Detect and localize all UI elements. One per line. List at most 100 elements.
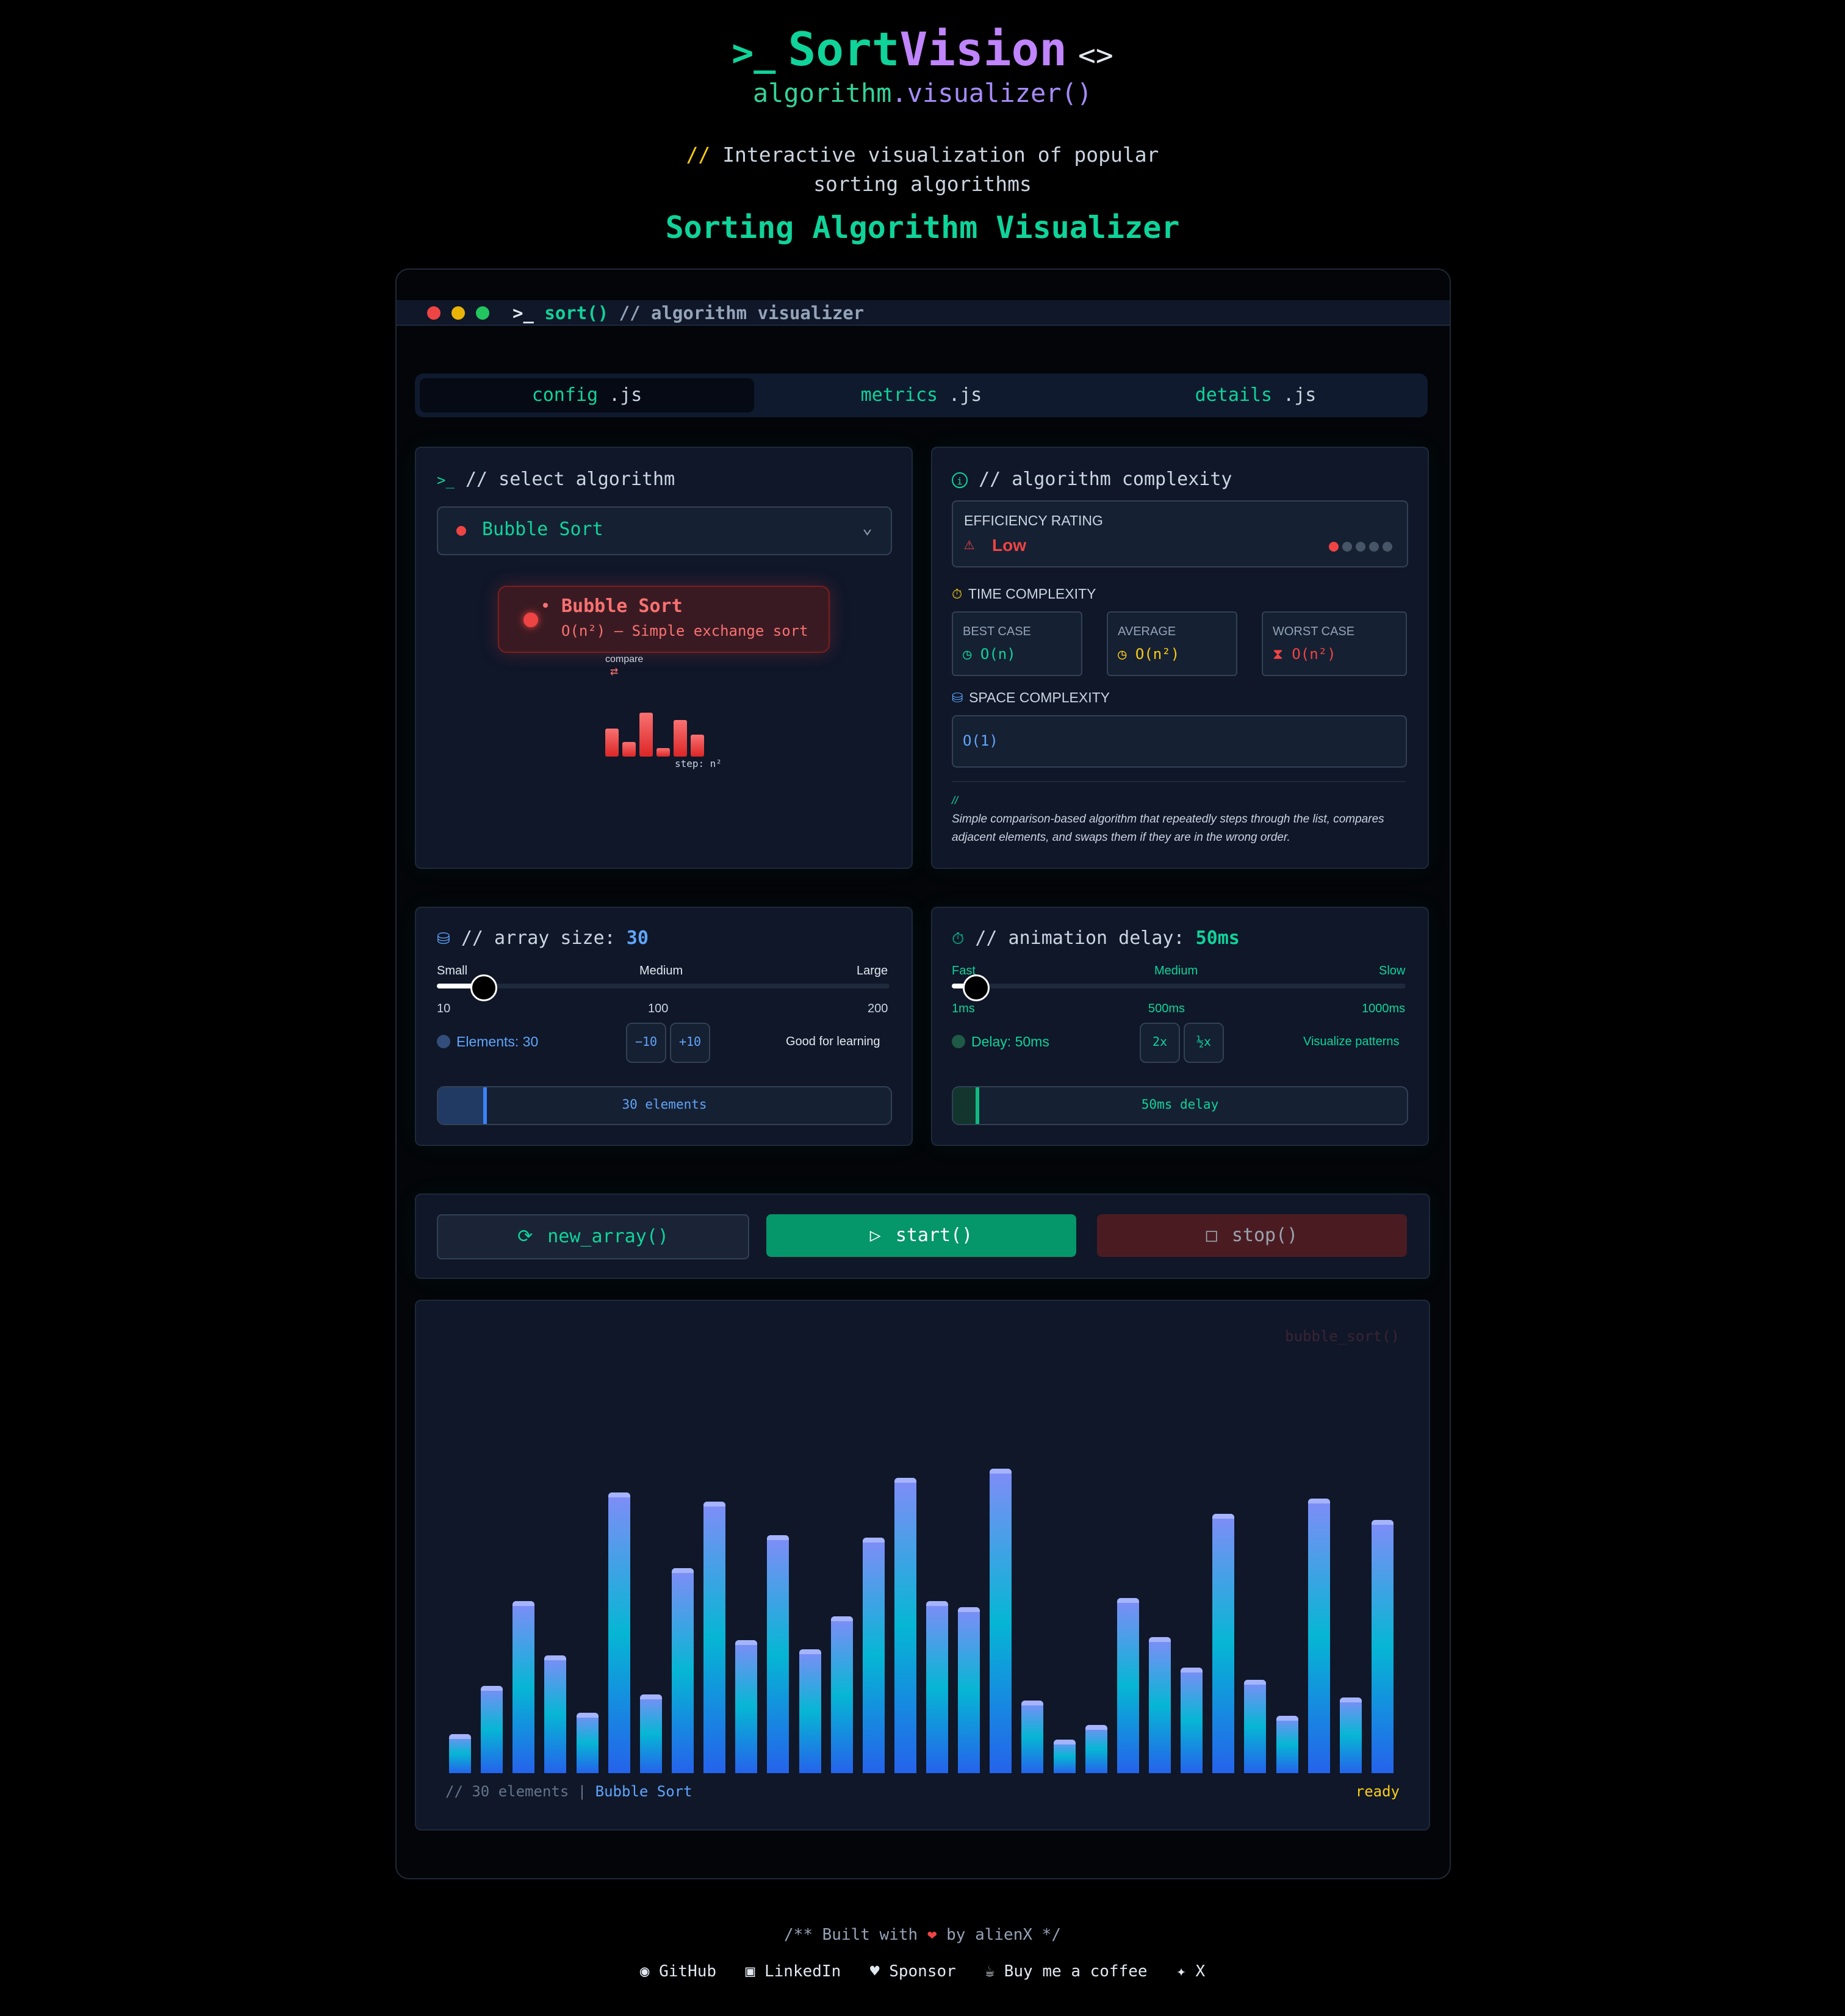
stop-button[interactable]: □ stop(): [1097, 1214, 1407, 1257]
coffee-icon: ☕: [985, 1962, 995, 1981]
array-bar: [1117, 1598, 1139, 1773]
size-tick-max: 200: [868, 1002, 888, 1015]
array-bar: [1212, 1513, 1235, 1773]
tagline-comment: //: [686, 143, 711, 167]
decrease-size-button[interactable]: −10: [626, 1023, 666, 1063]
algorithm-color-dot: [456, 526, 466, 536]
linkedin-link[interactable]: ▣ LinkedIn: [746, 1962, 841, 1981]
linkedin-label: LinkedIn: [764, 1962, 841, 1981]
array-bar: [767, 1535, 789, 1773]
delay-hint: Visualize patterns: [1303, 1035, 1400, 1048]
close-dot-icon[interactable]: [427, 306, 441, 320]
array-bar: [1053, 1740, 1076, 1773]
new-array-button[interactable]: ⟳ new_array(): [437, 1214, 749, 1259]
coffee-label: Buy me a coffee: [1004, 1962, 1148, 1981]
footer-built-text: /** Built with: [784, 1926, 918, 1944]
start-button[interactable]: ▷ start(): [766, 1214, 1076, 1257]
array-bar: [1339, 1697, 1362, 1773]
size-hint: Good for learning: [786, 1035, 880, 1048]
viz-footer-info: // 30 elements | Bubble Sort: [445, 1783, 692, 1800]
array-bar: [1276, 1715, 1298, 1773]
algorithm-select[interactable]: Bubble Sort ⌄: [437, 506, 892, 555]
size-label-small: Small: [437, 964, 468, 977]
array-size-slider-knob[interactable]: [470, 974, 498, 1001]
stopwatch-icon: ⏱: [952, 930, 965, 948]
array-bar: [1085, 1724, 1107, 1773]
animation-delay-heading-text: // animation delay:: [975, 927, 1185, 949]
info-icon: i: [952, 472, 968, 488]
step-label: step: n²: [675, 758, 722, 769]
window-titlebar: >_ sort() // algorithm visualizer: [397, 300, 1450, 326]
worst-case-label: WORST CASE: [1273, 625, 1355, 638]
size-label-medium: Medium: [639, 964, 683, 977]
tab-config[interactable]: config .js: [420, 378, 754, 412]
array-bar: [830, 1616, 853, 1773]
average-case-row: ◷ O(n²): [1118, 646, 1179, 663]
algorithm-watermark: bubble_sort(): [1285, 1328, 1400, 1345]
delay-tick-min: 1ms: [952, 1002, 975, 1015]
efficiency-dot: [1356, 542, 1365, 552]
array-bar: [672, 1568, 694, 1773]
array-size-slider[interactable]: [437, 984, 890, 988]
coffee-link[interactable]: ☕ Buy me a coffee: [985, 1962, 1147, 1981]
tab-details-label: details: [1195, 384, 1273, 406]
footer-links: ◉ GitHub ▣ LinkedIn ♥ Sponsor ☕ Buy me a…: [0, 1962, 1845, 1981]
x-link[interactable]: ✦ X: [1176, 1962, 1205, 1981]
array-bar: [926, 1601, 949, 1773]
array-size-heading-text: // array size:: [461, 927, 616, 949]
time-complexity-label: TIME COMPLEXITY: [968, 586, 1096, 602]
best-case-label: BEST CASE: [963, 625, 1031, 638]
average-case-box: AVERAGE ◷ O(n²): [1107, 611, 1237, 676]
space-complexity-box: O(1): [952, 715, 1407, 768]
algorithm-preview-name: Bubble Sort: [561, 596, 683, 617]
sorting-visualization: bubble_sort() // 30 elements | Bubble So…: [415, 1300, 1430, 1831]
size-tick-min: 10: [437, 1002, 451, 1015]
array-bar: [958, 1607, 980, 1773]
select-algorithm-heading: >_ // select algorithm: [437, 469, 675, 490]
algorithm-description: Simple comparison-based algorithm that r…: [952, 813, 1384, 844]
start-label: start(): [895, 1225, 973, 1246]
github-link[interactable]: ◉ GitHub: [640, 1962, 716, 1981]
sponsor-link[interactable]: ♥ Sponsor: [870, 1962, 956, 1981]
efficiency-label: EFFICIENCY RATING: [964, 513, 1103, 528]
animation-delay-slider[interactable]: [952, 984, 1406, 988]
increase-size-button[interactable]: +10: [670, 1023, 710, 1063]
subtitle-part-b: .visualizer(): [891, 78, 1093, 108]
speed-half-button[interactable]: ½x: [1184, 1023, 1224, 1063]
brand-vision: Vision: [899, 22, 1068, 76]
stopwatch-icon: ⏱: [952, 587, 963, 602]
heart-icon: ❤: [927, 1926, 937, 1944]
refresh-icon: ⟳: [517, 1226, 533, 1247]
delay-readout: Delay: 50ms: [971, 1034, 1049, 1049]
space-complexity-label-row: ⛁ SPACE COMPLEXITY: [952, 689, 1110, 706]
animation-delay-progress-label: 50ms delay: [1141, 1097, 1219, 1112]
maximize-dot-icon[interactable]: [476, 306, 489, 320]
tab-details[interactable]: details .js: [1088, 378, 1423, 412]
tab-metrics[interactable]: metrics .js: [754, 378, 1088, 412]
play-icon: ▷: [869, 1225, 881, 1246]
worst-case-row: ⧗ O(n²): [1273, 646, 1336, 663]
array-bar: [544, 1655, 567, 1773]
tab-config-label: config: [531, 384, 599, 406]
actions-bar: ⟳ new_array() ▷ start() □ stop(): [415, 1193, 1430, 1279]
minimize-dot-icon[interactable]: [451, 306, 465, 320]
efficiency-dot: [1369, 542, 1379, 552]
array-bar: [449, 1733, 472, 1773]
chevron-down-icon: ⌄: [862, 517, 872, 538]
best-case-value: O(n): [980, 646, 1016, 663]
efficiency-rating-box: EFFICIENCY RATING ⚠ Low: [952, 500, 1408, 567]
animation-delay-slider-knob[interactable]: [963, 974, 990, 1001]
elements-dot-icon: [437, 1035, 450, 1048]
size-tick-mid: 100: [648, 1002, 669, 1015]
brand-sort: Sort: [788, 22, 900, 76]
bar-chart: [444, 1374, 1398, 1773]
algorithm-select-value: Bubble Sort: [482, 519, 603, 540]
space-complexity-label: SPACE COMPLEXITY: [969, 689, 1110, 705]
viz-algorithm-name: Bubble Sort: [595, 1783, 692, 1800]
worst-case-value: O(n²): [1292, 646, 1336, 663]
stop-label: stop(): [1231, 1225, 1298, 1246]
database-icon: ⛁: [437, 930, 450, 948]
select-algorithm-card: >_ // select algorithm Bubble Sort ⌄ Bub…: [415, 447, 913, 869]
window-title: >_ sort() // algorithm visualizer: [512, 303, 864, 323]
speed-2x-button[interactable]: 2x: [1140, 1023, 1180, 1063]
